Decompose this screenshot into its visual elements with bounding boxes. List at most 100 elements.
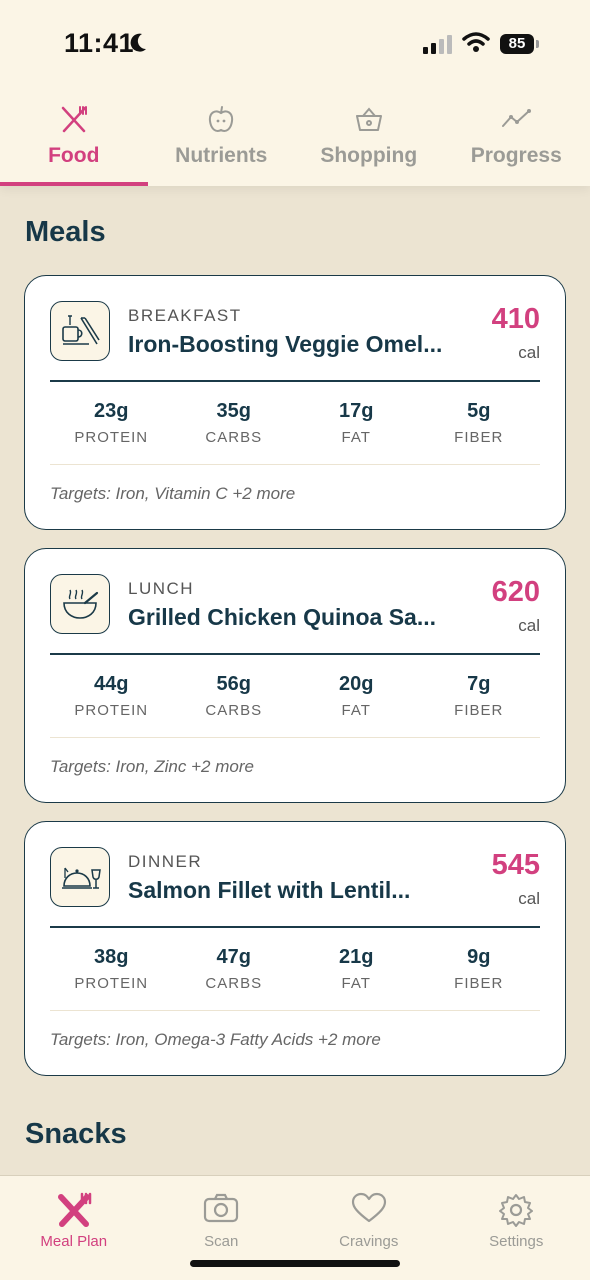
macro-value: 7g <box>467 673 491 695</box>
macro-label: PROTEIN <box>74 975 149 992</box>
heart-icon <box>351 1192 386 1223</box>
macro-label: PROTEIN <box>74 429 149 446</box>
meal-icon-box <box>50 847 110 907</box>
nutrient-targets: Targets: Iron, Vitamin C +2 more <box>50 484 296 503</box>
divider <box>50 380 540 382</box>
bowl-icon <box>63 589 99 619</box>
utensils-icon <box>57 1192 91 1227</box>
macro-value: 21g <box>339 946 374 968</box>
macro-label: FAT <box>341 429 371 446</box>
meal-name: Grilled Chicken Quinoa Sa... <box>128 604 437 630</box>
nav-label: Meal Plan <box>40 1233 108 1250</box>
nutrient-targets: Targets: Iron, Omega-3 Fatty Acids +2 mo… <box>50 1030 381 1049</box>
meal-type-label: DINNER <box>128 852 203 871</box>
macro-fat: 17g FAT <box>295 400 418 450</box>
macro-value: 23g <box>94 400 129 422</box>
tab-label: Progress <box>470 144 562 167</box>
meal-icon-box <box>50 574 110 634</box>
meal-type-label: BREAKFAST <box>128 306 242 325</box>
nav-cravings[interactable]: Cravings <box>295 1176 443 1256</box>
snacks-section-title: Snacks <box>25 1118 127 1150</box>
macro-value: 44g <box>94 673 129 695</box>
macro-value: 38g <box>94 946 129 968</box>
breakfast-icon <box>62 315 100 345</box>
macro-protein: 44g PROTEIN <box>50 673 173 723</box>
calorie-unit: cal <box>518 343 540 362</box>
top-bar: 11:41 85 Food Nutrients Shopping Progres… <box>0 0 590 186</box>
macro-label: FIBER <box>454 975 504 992</box>
calorie-unit: cal <box>518 889 540 908</box>
cellular-signal-icon <box>423 35 452 54</box>
macro-value: 5g <box>467 400 491 422</box>
calorie-unit: cal <box>518 616 540 635</box>
meal-icon-box <box>50 301 110 361</box>
nutrient-targets: Targets: Iron, Zinc +2 more <box>50 757 254 776</box>
tab-nutrients[interactable]: Nutrients <box>148 96 296 186</box>
battery-indicator: 85 <box>500 34 534 54</box>
meal-name: Iron-Boosting Veggie Omel... <box>128 331 443 357</box>
macro-protein: 38g PROTEIN <box>50 946 173 996</box>
divider <box>50 737 540 738</box>
divider <box>50 653 540 655</box>
camera-icon <box>204 1193 239 1223</box>
apple-icon <box>209 106 234 132</box>
calorie-value: 410 <box>491 303 540 335</box>
basket-icon <box>355 107 382 131</box>
macro-value: 9g <box>467 946 491 968</box>
macro-label: CARBS <box>205 975 263 992</box>
nav-settings[interactable]: Settings <box>443 1176 590 1256</box>
tab-shopping[interactable]: Shopping <box>295 96 443 186</box>
calorie-value: 545 <box>491 849 540 881</box>
macro-fat: 20g FAT <box>295 673 418 723</box>
macro-fiber: 5g FIBER <box>418 400 541 450</box>
moon-icon <box>130 33 146 52</box>
tab-label: Food <box>48 144 100 167</box>
gear-icon <box>499 1194 534 1227</box>
calorie-value: 620 <box>491 576 540 608</box>
status-time: 11:41 <box>64 28 135 58</box>
home-indicator[interactable] <box>190 1260 400 1267</box>
divider <box>50 1010 540 1011</box>
nav-label: Cravings <box>339 1233 399 1250</box>
nav-label: Settings <box>489 1233 544 1250</box>
dinner-icon <box>62 867 101 889</box>
divider <box>50 464 540 465</box>
macro-protein: 23g PROTEIN <box>50 400 173 450</box>
nav-label: Scan <box>204 1233 239 1250</box>
macro-value: 17g <box>339 400 374 422</box>
macro-fiber: 7g FIBER <box>418 673 541 723</box>
macro-label: FIBER <box>454 429 504 446</box>
macro-value: 47g <box>216 946 251 968</box>
tab-food[interactable]: Food <box>0 96 148 186</box>
macro-fiber: 9g FIBER <box>418 946 541 996</box>
macro-value: 56g <box>216 673 251 695</box>
macro-carbs: 47g CARBS <box>173 946 296 996</box>
macro-row: 23g PROTEIN 35g CARBS 17g FAT 5g FIBER <box>50 400 540 450</box>
macro-value: 20g <box>339 673 374 695</box>
macro-carbs: 35g CARBS <box>173 400 296 450</box>
meal-type-label: LUNCH <box>128 579 195 598</box>
macro-row: 44g PROTEIN 56g CARBS 20g FAT 7g FIBER <box>50 673 540 723</box>
nav-meal-plan[interactable]: Meal Plan <box>0 1176 148 1256</box>
macro-label: CARBS <box>205 429 263 446</box>
tab-label: Nutrients <box>175 144 268 167</box>
meal-card-dinner[interactable]: DINNER Salmon Fillet with Lentil... 545 … <box>24 821 566 1076</box>
macro-carbs: 56g CARBS <box>173 673 296 723</box>
divider <box>50 926 540 928</box>
top-tabs: Food Nutrients Shopping Progress <box>0 96 590 186</box>
wifi-icon <box>462 32 490 52</box>
meal-name: Salmon Fillet with Lentil... <box>128 877 411 903</box>
macro-row: 38g PROTEIN 47g CARBS 21g FAT 9g FIBER <box>50 946 540 996</box>
status-bar: 11:41 85 <box>0 0 590 90</box>
trend-line-icon <box>502 109 532 127</box>
macro-label: FAT <box>341 975 371 992</box>
utensils-icon <box>61 106 87 133</box>
meal-card-breakfast[interactable]: BREAKFAST Iron-Boosting Veggie Omel... 4… <box>24 275 566 530</box>
meals-section-title: Meals <box>25 216 106 248</box>
macro-label: PROTEIN <box>74 702 149 719</box>
macro-value: 35g <box>216 400 251 422</box>
meal-card-lunch[interactable]: LUNCH Grilled Chicken Quinoa Sa... 620 c… <box>24 548 566 803</box>
nav-scan[interactable]: Scan <box>148 1176 296 1256</box>
macro-label: FAT <box>341 702 371 719</box>
tab-progress[interactable]: Progress <box>443 96 590 186</box>
